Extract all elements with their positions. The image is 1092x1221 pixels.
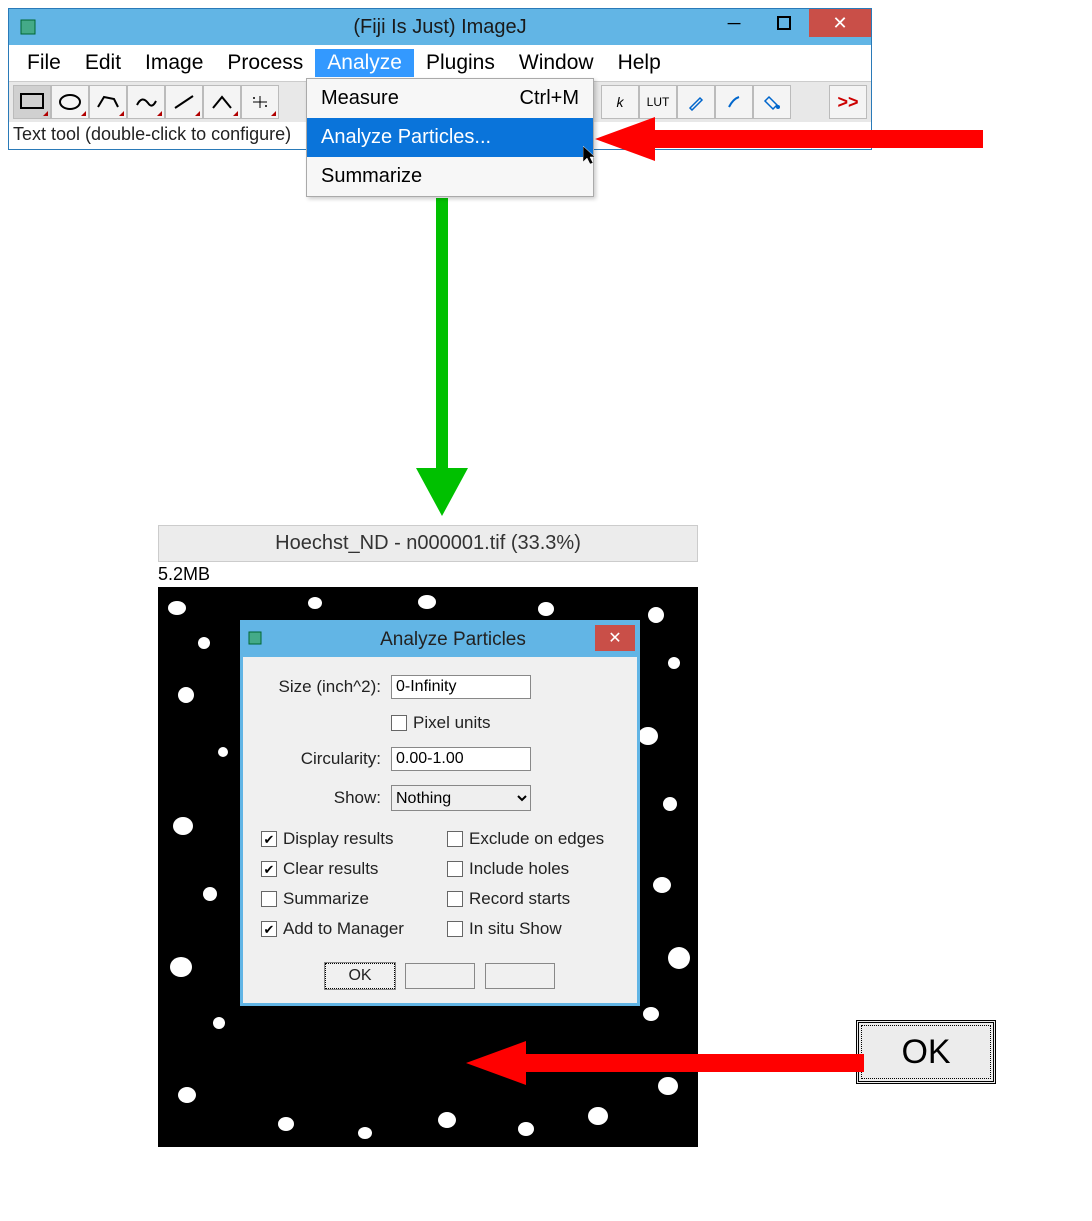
exclude-edges-checkbox[interactable] (447, 831, 463, 847)
app-icon (17, 16, 39, 38)
help-button[interactable] (485, 963, 555, 989)
polygon-tool[interactable] (89, 85, 127, 119)
menu-image[interactable]: Image (133, 49, 215, 77)
dialog-icon (247, 630, 269, 651)
circularity-label: Circularity: (261, 749, 391, 769)
window-controls: ─ ✕ (709, 9, 871, 45)
in-situ-show-label: In situ Show (469, 919, 562, 939)
menu-file[interactable]: File (15, 49, 73, 77)
include-holes-checkbox[interactable] (447, 861, 463, 877)
dialog-titlebar[interactable]: Analyze Particles ✕ (243, 623, 637, 657)
display-results-label: Display results (283, 829, 394, 849)
menubar: File Edit Image Process Analyze Plugins … (9, 45, 871, 82)
analyze-particles-dialog: Analyze Particles ✕ Size (inch^2): Pixel… (240, 620, 640, 1006)
circularity-input[interactable] (391, 747, 531, 771)
menu-window[interactable]: Window (507, 49, 606, 77)
summarize-label: Summarize (283, 889, 369, 909)
freehand-tool[interactable] (127, 85, 165, 119)
red-arrow-ok-annotation (466, 1036, 866, 1090)
red-arrow-annotation (595, 112, 985, 166)
show-select[interactable]: Nothing (391, 785, 531, 811)
menu-plugins[interactable]: Plugins (414, 49, 507, 77)
menu-summarize-label: Summarize (321, 165, 422, 188)
summarize-checkbox[interactable] (261, 891, 277, 907)
menu-process[interactable]: Process (215, 49, 315, 77)
add-to-manager-checkbox[interactable] (261, 921, 277, 937)
size-label: Size (inch^2): (261, 677, 391, 697)
menu-help[interactable]: Help (606, 49, 673, 77)
menu-summarize[interactable]: Summarize (307, 157, 593, 196)
display-results-checkbox[interactable] (261, 831, 277, 847)
ok-callout: OK (856, 1020, 996, 1084)
maximize-button[interactable] (759, 9, 809, 37)
cursor-icon (583, 146, 599, 166)
ok-button[interactable]: OK (325, 963, 395, 989)
menu-edit[interactable]: Edit (73, 49, 133, 77)
dialog-body: Size (inch^2): Pixel units Circularity: … (243, 657, 637, 1003)
menu-analyze-particles[interactable]: Analyze Particles... (307, 118, 593, 157)
menu-analyze[interactable]: Analyze (315, 49, 414, 77)
image-window-title[interactable]: Hoechst_ND - n000001.tif (33.3%) (158, 525, 698, 562)
size-input[interactable] (391, 675, 531, 699)
clear-results-checkbox[interactable] (261, 861, 277, 877)
add-to-manager-label: Add to Manager (283, 919, 404, 939)
green-arrow-annotation (414, 198, 470, 518)
pixel-units-checkbox[interactable] (391, 715, 407, 731)
titlebar[interactable]: (Fiji Is Just) ImageJ ─ ✕ (9, 9, 871, 45)
cancel-button[interactable] (405, 963, 475, 989)
oval-tool[interactable] (51, 85, 89, 119)
record-starts-checkbox[interactable] (447, 891, 463, 907)
close-button[interactable]: ✕ (809, 9, 871, 37)
minimize-button[interactable]: ─ (709, 9, 759, 37)
clear-results-label: Clear results (283, 859, 378, 879)
menu-analyze-particles-label: Analyze Particles... (321, 126, 491, 149)
dialog-close-button[interactable]: ✕ (595, 625, 635, 651)
pixel-units-label: Pixel units (413, 713, 490, 733)
in-situ-show-checkbox[interactable] (447, 921, 463, 937)
analyze-dropdown: Measure Ctrl+M Analyze Particles... Summ… (306, 78, 594, 197)
point-tool[interactable] (241, 85, 279, 119)
exclude-edges-label: Exclude on edges (469, 829, 604, 849)
include-holes-label: Include holes (469, 859, 569, 879)
record-starts-label: Record starts (469, 889, 570, 909)
menu-measure[interactable]: Measure Ctrl+M (307, 79, 593, 118)
rectangle-tool[interactable] (13, 85, 51, 119)
menu-measure-shortcut: Ctrl+M (520, 87, 579, 110)
line-tool[interactable] (165, 85, 203, 119)
image-size-text: 5.2MB (158, 562, 698, 587)
angle-tool[interactable] (203, 85, 241, 119)
dialog-title: Analyze Particles (269, 629, 637, 651)
menu-measure-label: Measure (321, 87, 399, 110)
show-label: Show: (261, 788, 391, 808)
